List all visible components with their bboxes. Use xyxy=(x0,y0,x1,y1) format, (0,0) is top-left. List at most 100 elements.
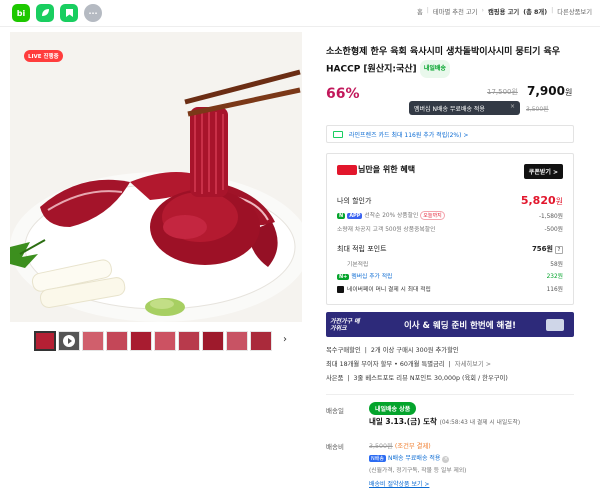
thumbnail-item[interactable] xyxy=(82,331,104,351)
thumbnail-item[interactable] xyxy=(226,331,248,351)
npay-points-link[interactable]: 네이버페이 머니 결제 시 최대 적립 xyxy=(347,287,431,293)
basic-points-amount: 58원 xyxy=(550,262,563,268)
top-bar: bi ··· 홈 | 테마별 추천 고기 › 캠핑용 고기 (총 8개) | 다… xyxy=(0,0,600,26)
leaf-icon[interactable] xyxy=(36,4,54,22)
more-icon[interactable]: ··· xyxy=(84,4,102,22)
tomorrow-delivery-tag: 내일배송 상품 xyxy=(369,402,417,415)
product-title: 소소한형제 한우 육회 육사시미 생차돌박이사시미 뭉티기 육우 HACCP [… xyxy=(326,44,576,78)
video-thumbnail[interactable] xyxy=(58,331,80,351)
app-discount-amount: -1,580원 xyxy=(538,213,563,220)
thumbnail-item[interactable] xyxy=(154,331,176,351)
gift-label: 사은품 xyxy=(326,375,344,382)
benefit-heading-text: 님만을 위한 혜택 xyxy=(358,165,416,174)
card-icon xyxy=(333,130,343,138)
shipping-fee: 3,500원 (조건부 결제) xyxy=(369,441,431,450)
membership-points-link[interactable]: 멤버십 추가 적립 xyxy=(351,274,392,280)
breadcrumb-camping[interactable]: 캠핑용 고기 xyxy=(488,7,519,16)
card-promo-banner[interactable]: 라인프렌즈 카드 최대 116원 추가 적립(2%) > xyxy=(326,125,574,143)
multi-buy-label: 복수구매할인 xyxy=(326,347,361,354)
membership-points-row: N+ 멤버십 추가 적립 232원 xyxy=(337,271,563,280)
arrival-note: (04:58:43 내 결제 시 내일도착) xyxy=(439,420,521,426)
bi-icon[interactable]: bi xyxy=(12,4,30,22)
thumbnail-item[interactable] xyxy=(34,331,56,351)
multi-buy-discount: 복수구매할인 | 2개 이상 구매시 300원 추가할인 xyxy=(326,347,459,354)
breadcrumb-other[interactable]: 다른상품보기 xyxy=(557,7,592,16)
divider xyxy=(0,26,600,27)
breadcrumb-theme[interactable]: 테마별 추천 고기 xyxy=(433,7,478,16)
membership-points-amount: 232원 xyxy=(546,274,563,280)
installment-text: 최대 18개월 무이자 할부 • 60개월 특별금리 xyxy=(326,361,445,368)
close-icon[interactable]: × xyxy=(442,456,450,463)
shipping-save-link[interactable]: 배송비 절약상품 보기 > xyxy=(369,479,429,488)
points-label: 최대 적립 포인트 xyxy=(337,245,387,253)
banner-label: 가전가구 메가위크 xyxy=(330,317,360,332)
shipping-fee-amount: 3,500원 xyxy=(369,443,393,450)
bi-label: bi xyxy=(16,8,26,18)
arrival-date: 내일 3.13.(금) 도착 (04:58:43 내 결제 시 내일도착) xyxy=(369,416,520,427)
shipping-fee-old: 3,500원 xyxy=(526,106,549,113)
bookmark-icon[interactable] xyxy=(60,4,78,22)
npay-points-row: 네이버페이 머니 결제 시 최대 적립 116원 xyxy=(337,284,563,293)
close-icon[interactable]: × xyxy=(510,103,515,110)
installment-info: 최대 18개월 무이자 할부 • 60개월 특별금리 | 자세히보기 > xyxy=(326,361,492,368)
sale-price: 7,900원 xyxy=(527,84,572,98)
my-discount-label: 나의 할인가 xyxy=(337,196,372,205)
npay-points-label[interactable]: 네이버페이 머니 결제 시 최대 적립 xyxy=(337,284,431,293)
coupon-button[interactable]: 쿠폰받기 > xyxy=(523,164,563,179)
product-main-image[interactable]: LIVE 진행중 xyxy=(10,32,302,322)
play-icon xyxy=(63,335,75,347)
multi-buy-text: 2개 이상 구매시 300원 추가할인 xyxy=(370,347,459,354)
chevron-right-icon[interactable]: › xyxy=(283,334,287,345)
tomorrow-delivery-badge: 내일배송 xyxy=(419,60,450,78)
promo-banner[interactable]: 가전가구 메가위크 이사 & 웨딩 준비 한번에 해결! xyxy=(326,312,574,337)
thumbnail-item[interactable] xyxy=(202,331,224,351)
arrival-text: 내일 3.13.(금) 도착 xyxy=(369,417,437,426)
my-discount-amount: 5,820 xyxy=(520,194,556,207)
n-tag: N xyxy=(337,212,346,219)
points-row: 최대 적립 포인트 756원? xyxy=(337,244,563,254)
gift-text: 3줄 베스트포토 리뷰 N포인트 30,000p (육회 / 한우구이) xyxy=(353,375,508,382)
original-price: 17,500원 xyxy=(487,88,518,96)
app-tag: APP xyxy=(347,212,363,219)
thumbnail-item[interactable] xyxy=(178,331,200,351)
thumbnail-item[interactable] xyxy=(130,331,152,351)
n-tag: N+ xyxy=(337,273,350,280)
cart-discount-label: 소량재 차공지 고객 500원 상품중복할인 xyxy=(337,227,436,233)
my-discount-row: 나의 할인가 5,820원 xyxy=(337,194,563,207)
benefit-heading: 님만을 위한 혜택 xyxy=(337,164,415,175)
card-promo-text: 라인프렌즈 카드 최대 116원 추가 적립(2%) > xyxy=(349,131,469,139)
breadcrumb: 홈 | 테마별 추천 고기 › 캠핑용 고기 (총 8개) | 다른상품보기 xyxy=(417,7,592,16)
banner-text: 이사 & 웨딩 준비 한번에 해결! xyxy=(403,320,517,331)
my-discount-unit: 원 xyxy=(555,197,563,206)
npay-icon xyxy=(337,286,344,293)
gift-info: 사은품 | 3줄 베스트포토 리뷰 N포인트 30,000p (육회 / 한우구… xyxy=(326,375,508,382)
n-delivery-free: N배송 N배송 무료배송 적용 × xyxy=(369,453,450,463)
breadcrumb-home[interactable]: 홈 xyxy=(417,7,423,16)
username-redacted xyxy=(337,164,357,175)
basic-points-label: 기본적립 xyxy=(347,262,369,268)
divider xyxy=(326,394,574,395)
thumbnail-item[interactable] xyxy=(106,331,128,351)
live-badge[interactable]: LIVE 진행중 xyxy=(24,50,63,62)
help-icon[interactable]: ? xyxy=(555,246,563,254)
breadcrumb-count: (총 8개) xyxy=(523,9,548,16)
product-photo-illustration xyxy=(10,32,302,322)
delivery-label: 배송일 xyxy=(326,407,344,415)
thumbnail-strip xyxy=(34,331,272,351)
membership-points-label[interactable]: N+ 멤버십 추가 적립 xyxy=(337,271,392,280)
my-discount-price: 5,820원 xyxy=(521,194,563,207)
sale-price-value: 7,900 xyxy=(527,84,565,98)
tooltip-text: 멤버십 N배송 무료배송 적용 xyxy=(414,105,485,113)
thumbnail-item[interactable] xyxy=(250,331,272,351)
basic-points-row: 기본적립 58원 xyxy=(337,259,563,268)
app-discount-row: N APP 선착순 20% 상품할인 오늘까지 -1,580원 xyxy=(337,210,563,220)
app-discount-label: N APP 선착순 20% 상품할인 오늘까지 xyxy=(337,210,445,220)
n-delivery-note: (신월가격, 정기구독, 작물 등 일부 제외) xyxy=(369,468,467,474)
benefit-box: 님만을 위한 혜택 쿠폰받기 > 나의 할인가 5,820원 N APP 선착순 2… xyxy=(326,153,574,305)
banner-image xyxy=(546,318,564,331)
npay-points-amount: 116원 xyxy=(546,287,563,293)
shipping-fee-label: 배송비 xyxy=(326,443,344,451)
cart-discount-row: 소량재 차공지 고객 500원 상품중복할인 -500원 xyxy=(337,224,563,233)
installment-more-link[interactable]: 자세히보기 > xyxy=(455,361,491,368)
discount-rate: 66% xyxy=(326,86,360,102)
